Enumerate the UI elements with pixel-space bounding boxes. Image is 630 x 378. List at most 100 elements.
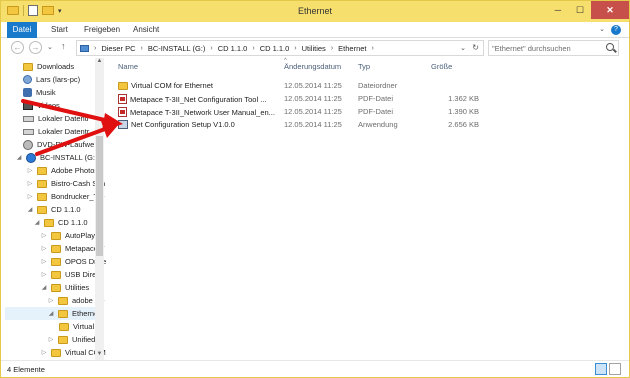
tab-share[interactable]: Freigeben [84, 22, 120, 38]
nav-item-ethernet[interactable]: ◢ Ethernet [5, 307, 100, 320]
column-header-date[interactable]: Änderungsdatum [284, 62, 341, 72]
nav-item-music[interactable]: Musik [23, 86, 56, 99]
nav-item-label: CD 1.1.0 [58, 218, 88, 227]
close-button[interactable]: ✕ [591, 1, 629, 19]
chevron-right-icon[interactable]: › [210, 45, 212, 52]
drive-icon [23, 128, 34, 135]
expand-arrow-icon[interactable]: ▷ [27, 180, 33, 187]
ribbon-expand-icon[interactable]: ⌄ [599, 25, 605, 33]
collapse-arrow-icon[interactable]: ◢ [48, 310, 54, 317]
expand-arrow-icon[interactable]: ▷ [41, 245, 47, 252]
recent-locations-icon[interactable]: ⌄ [47, 43, 53, 51]
column-header-name[interactable]: Name [118, 62, 138, 72]
item-count: 4 Elemente [7, 365, 45, 374]
breadcrumb-this-pc[interactable]: Dieser PC [101, 44, 135, 53]
nav-item-folder[interactable]: ◢ CD 1.1.0 [27, 203, 81, 216]
back-button[interactable]: ← [11, 41, 24, 54]
search-icon[interactable] [606, 43, 614, 51]
expand-arrow-icon[interactable]: ▷ [27, 167, 33, 174]
scrollbar-thumb[interactable] [96, 136, 103, 256]
address-bar[interactable]: › Dieser PC › BC-INSTALL (G:) › CD 1.1.0… [76, 40, 484, 56]
nav-item-dvd-drive[interactable]: DVD-RW-Laufwe [23, 138, 94, 151]
refresh-icon[interactable]: ↻ [472, 43, 479, 52]
expand-arrow-icon[interactable]: ▷ [48, 336, 54, 343]
expand-arrow-icon[interactable]: ▷ [48, 297, 54, 304]
file-row[interactable]: Net Configuration Setup V1.0.0 12.05.201… [114, 119, 614, 131]
file-date: 12.05.2014 11:25 [284, 107, 342, 116]
nav-item-label: Lars (lars-pc) [36, 75, 81, 84]
nav-item-folder[interactable]: ▷ Bistro-Cash Sch [27, 177, 106, 190]
nav-item-user[interactable]: Lars (lars-pc) [23, 73, 80, 86]
search-box[interactable] [488, 40, 619, 56]
nav-item-label: Lokaler Datentr [38, 127, 90, 136]
tab-view[interactable]: Ansicht [133, 22, 159, 38]
breadcrumb-drive[interactable]: BC-INSTALL (G:) [148, 44, 206, 53]
search-input[interactable] [492, 43, 600, 54]
details-view-icon[interactable] [595, 363, 607, 375]
expand-arrow-icon[interactable]: ▷ [41, 232, 47, 239]
breadcrumb-cd-inner[interactable]: CD 1.1.0 [260, 44, 290, 53]
up-button[interactable]: ↑ [61, 41, 66, 51]
nav-item-label: BC-INSTALL (G:) [40, 153, 98, 162]
nav-item-local-disk-1[interactable]: Lokaler Datentr [23, 112, 89, 125]
expand-arrow-icon[interactable]: ▷ [27, 193, 33, 200]
status-bar: 4 Elemente [1, 360, 629, 377]
scroll-up-icon[interactable]: ▲ [95, 58, 104, 67]
breadcrumb-ethernet[interactable]: Ethernet [338, 44, 366, 53]
chevron-right-icon[interactable]: › [94, 45, 96, 52]
chevron-right-icon[interactable]: › [372, 45, 374, 52]
breadcrumb-cd[interactable]: CD 1.1.0 [218, 44, 248, 53]
expand-arrow-icon[interactable]: ▷ [41, 349, 47, 356]
chevron-right-icon[interactable]: › [141, 45, 143, 52]
maximize-button[interactable]: ☐ [569, 1, 591, 19]
column-header-type[interactable]: Typ [358, 62, 370, 72]
folder-icon [51, 348, 61, 357]
large-icons-view-icon[interactable] [609, 363, 621, 375]
help-icon[interactable]: ? [611, 25, 621, 35]
window-controls: ─ ☐ ✕ [547, 1, 629, 19]
folder-icon [37, 166, 47, 175]
scroll-down-icon[interactable]: ▼ [95, 351, 104, 360]
file-size: 1.390 KB [448, 107, 479, 116]
collapse-arrow-icon[interactable]: ◢ [41, 284, 47, 291]
nav-item-bc-install[interactable]: ◢ BC-INSTALL (G:) [16, 151, 98, 164]
disc-icon [23, 139, 33, 150]
expand-arrow-icon[interactable]: ▷ [41, 258, 47, 265]
view-switcher [595, 363, 621, 375]
pdf-icon [118, 107, 127, 117]
file-row[interactable]: Virtual COM for Ethernet 12.05.2014 11:2… [114, 80, 614, 92]
collapse-arrow-icon[interactable]: ◢ [16, 154, 22, 161]
folder-icon [51, 244, 61, 253]
tab-file[interactable]: Datei [7, 22, 37, 38]
nav-item-videos[interactable]: Videos [23, 99, 60, 112]
expand-arrow-icon[interactable]: ▷ [41, 271, 47, 278]
chevron-right-icon[interactable]: › [294, 45, 296, 52]
file-row[interactable]: Metapace T-3II_Network User Manual_en...… [114, 106, 614, 118]
nav-item-downloads[interactable]: Downloads [23, 60, 74, 73]
chevron-right-icon[interactable]: › [331, 45, 333, 52]
minimize-button[interactable]: ─ [547, 1, 569, 19]
nav-item-folder[interactable]: ▷ Adobe Photosh [27, 164, 103, 177]
nav-item-utilities[interactable]: ◢ Utilities [41, 281, 89, 294]
collapse-arrow-icon[interactable]: ◢ [34, 219, 40, 226]
address-dropdown-icon[interactable]: ⌄ [460, 44, 466, 52]
nav-item-folder[interactable]: ◢ CD 1.1.0 [34, 216, 88, 229]
collapse-arrow-icon[interactable]: ◢ [27, 206, 33, 213]
video-icon [23, 101, 33, 110]
breadcrumb-utilities[interactable]: Utilities [302, 44, 326, 53]
nav-item-folder[interactable]: ▷ USB Direct [41, 268, 102, 281]
navigation-pane: Downloads Lars (lars-pc) Musik Videos Lo… [1, 58, 107, 360]
forward-button[interactable]: → [29, 41, 42, 54]
tab-start[interactable]: Start [51, 22, 68, 38]
navigation-scrollbar[interactable]: ▲ ▼ [95, 58, 104, 360]
file-list: ^ Name Änderungsdatum Typ Größe Virtual … [109, 58, 629, 360]
file-size: 1.362 KB [448, 94, 479, 103]
chevron-right-icon[interactable]: › [252, 45, 254, 52]
nav-item-label: CD 1.1.0 [51, 205, 81, 214]
nav-item-local-disk-2[interactable]: Lokaler Datentr [23, 125, 89, 138]
nav-item-folder[interactable]: ▷ Bondrucker_Tre [27, 190, 105, 203]
nav-item-label: Videos [37, 101, 60, 110]
column-header-size[interactable]: Größe [431, 62, 452, 72]
nav-item-folder[interactable]: ▷ AutoPlay [41, 229, 95, 242]
file-row[interactable]: Metapace T-3II_Net Configuration Tool ..… [114, 93, 614, 105]
